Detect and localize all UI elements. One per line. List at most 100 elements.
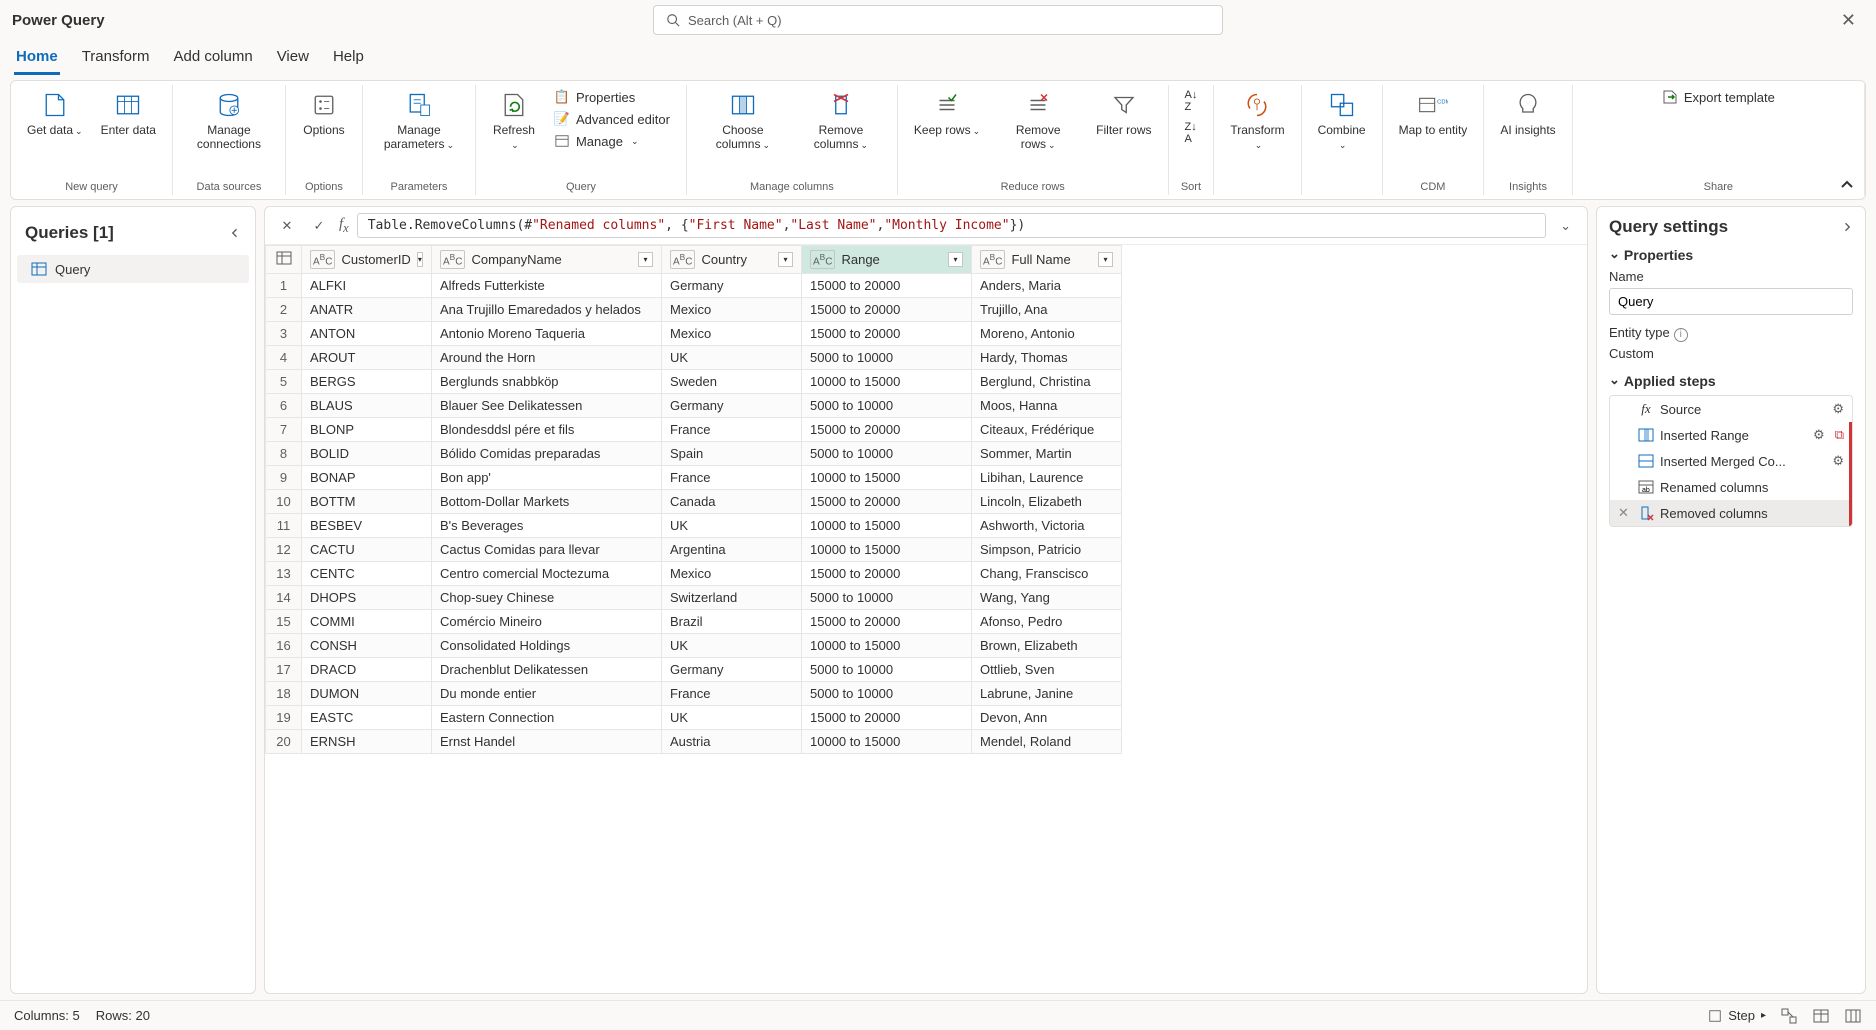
cell[interactable]: UK [662,706,802,730]
cell[interactable]: BERGS [302,370,432,394]
cell[interactable]: EASTC [302,706,432,730]
row-number[interactable]: 20 [266,730,302,754]
cell[interactable]: AROUT [302,346,432,370]
row-number[interactable]: 19 [266,706,302,730]
settings-expand-icon[interactable] [1841,221,1853,233]
table-row[interactable]: 9BONAPBon app'France10000 to 15000Libiha… [266,466,1587,490]
cell[interactable]: Eastern Connection [432,706,662,730]
table-row[interactable]: 12CACTUCactus Comidas para llevarArgenti… [266,538,1587,562]
applied-step[interactable]: Inserted Range⚙⧉ [1610,422,1852,448]
enter-data-button[interactable]: Enter data [95,87,162,139]
query-item[interactable]: Query [17,255,249,283]
filter-dropdown-icon[interactable]: ▾ [778,252,793,267]
properties-section-header[interactable]: Properties [1609,247,1853,263]
table-row[interactable]: 14DHOPSChop-suey ChineseSwitzerland5000 … [266,586,1587,610]
table-row[interactable]: 19EASTCEastern ConnectionUK15000 to 2000… [266,706,1587,730]
cell[interactable]: 15000 to 20000 [802,706,972,730]
cell[interactable]: UK [662,514,802,538]
cell[interactable]: 15000 to 20000 [802,562,972,586]
cell[interactable]: 10000 to 15000 [802,634,972,658]
cell[interactable]: 5000 to 10000 [802,346,972,370]
cell[interactable]: ANATR [302,298,432,322]
combine-button[interactable]: Combine⌄ [1312,87,1372,154]
table-row[interactable]: 15COMMIComércio MineiroBrazil15000 to 20… [266,610,1587,634]
queries-collapse-icon[interactable] [229,227,241,239]
cell[interactable]: Libihan, Laurence [972,466,1122,490]
cell[interactable]: Du monde entier [432,682,662,706]
applied-step[interactable]: fxSource⚙ [1610,396,1852,422]
row-number[interactable]: 4 [266,346,302,370]
cell[interactable]: Mexico [662,298,802,322]
cell[interactable]: 15000 to 20000 [802,418,972,442]
cell[interactable]: 5000 to 10000 [802,658,972,682]
tab-view[interactable]: View [275,42,311,75]
choose-columns-button[interactable]: Choose columns⌄ [697,87,789,154]
manage-connections-button[interactable]: Manage connections [183,87,275,153]
table-view-button[interactable] [1812,1007,1830,1025]
cell[interactable]: 15000 to 20000 [802,322,972,346]
cell[interactable]: 5000 to 10000 [802,394,972,418]
options-button[interactable]: Options [296,87,352,139]
formula-cancel-button[interactable]: ✕ [275,214,299,238]
gear-icon[interactable]: ⚙ [1832,401,1844,417]
cell[interactable]: Labrune, Janine [972,682,1122,706]
applied-step[interactable]: Inserted Merged Co...⚙ [1610,448,1852,474]
transform-button[interactable]: Transform⌄ [1224,87,1290,154]
cell[interactable]: Ana Trujillo Emaredados y helados [432,298,662,322]
sort-desc-button[interactable]: Z↓A [1179,119,1204,147]
row-number[interactable]: 12 [266,538,302,562]
export-template-button[interactable]: Export template [1656,87,1781,107]
table-row[interactable]: 3ANTONAntonio Moreno TaqueriaMexico15000… [266,322,1587,346]
sort-asc-button[interactable]: A↓Z [1179,87,1204,115]
keep-rows-button[interactable]: Keep rows⌄ [908,87,986,140]
cell[interactable]: BLONP [302,418,432,442]
cell[interactable]: Centro comercial Moctezuma [432,562,662,586]
cell[interactable]: France [662,682,802,706]
cell[interactable]: Germany [662,658,802,682]
manage-button[interactable]: Manage⌄ [548,131,676,151]
table-row[interactable]: 5BERGSBerglunds snabbköpSweden10000 to 1… [266,370,1587,394]
cell[interactable]: Alfreds Futterkiste [432,274,662,298]
remove-columns-button[interactable]: Remove columns⌄ [795,87,887,154]
cell[interactable]: Afonso, Pedro [972,610,1122,634]
cell[interactable]: Mexico [662,562,802,586]
formula-accept-button[interactable]: ✓ [307,214,331,238]
advanced-editor-button[interactable]: 📝Advanced editor [548,109,676,129]
cell[interactable]: Austria [662,730,802,754]
cell[interactable]: Argentina [662,538,802,562]
row-number[interactable]: 7 [266,418,302,442]
row-number[interactable]: 8 [266,442,302,466]
row-number[interactable]: 17 [266,658,302,682]
tab-home[interactable]: Home [14,42,60,75]
cell[interactable]: BOLID [302,442,432,466]
col-header-range[interactable]: ABCRange▾ [802,246,972,274]
filter-rows-button[interactable]: Filter rows [1090,87,1157,139]
cell[interactable]: Blondesddsl pére et fils [432,418,662,442]
cell[interactable]: Around the Horn [432,346,662,370]
cell[interactable]: Sweden [662,370,802,394]
table-row[interactable]: 13CENTCCentro comercial MoctezumaMexico1… [266,562,1587,586]
refresh-button[interactable]: Refresh⌄ [486,87,542,154]
select-all-corner[interactable] [266,246,302,274]
table-row[interactable]: 8BOLIDBólido Comidas preparadasSpain5000… [266,442,1587,466]
cell[interactable]: DRACD [302,658,432,682]
ribbon-collapse-button[interactable] [1839,177,1855,193]
cell[interactable]: Moos, Hanna [972,394,1122,418]
cell[interactable]: Moreno, Antonio [972,322,1122,346]
cell[interactable]: Ottlieb, Sven [972,658,1122,682]
cell[interactable]: ERNSH [302,730,432,754]
cell[interactable]: 10000 to 15000 [802,538,972,562]
row-number[interactable]: 5 [266,370,302,394]
cell[interactable]: 5000 to 10000 [802,682,972,706]
row-number[interactable]: 1 [266,274,302,298]
cell[interactable]: Mexico [662,322,802,346]
cell[interactable]: Bottom-Dollar Markets [432,490,662,514]
cell[interactable]: Blauer See Delikatessen [432,394,662,418]
table-row[interactable]: 17DRACDDrachenblut DelikatessenGermany50… [266,658,1587,682]
row-number[interactable]: 16 [266,634,302,658]
cell[interactable]: Simpson, Patricio [972,538,1122,562]
cell[interactable]: 10000 to 15000 [802,730,972,754]
cell[interactable]: Antonio Moreno Taqueria [432,322,662,346]
cell[interactable]: Berglund, Christina [972,370,1122,394]
filter-dropdown-icon[interactable]: ▾ [948,252,963,267]
